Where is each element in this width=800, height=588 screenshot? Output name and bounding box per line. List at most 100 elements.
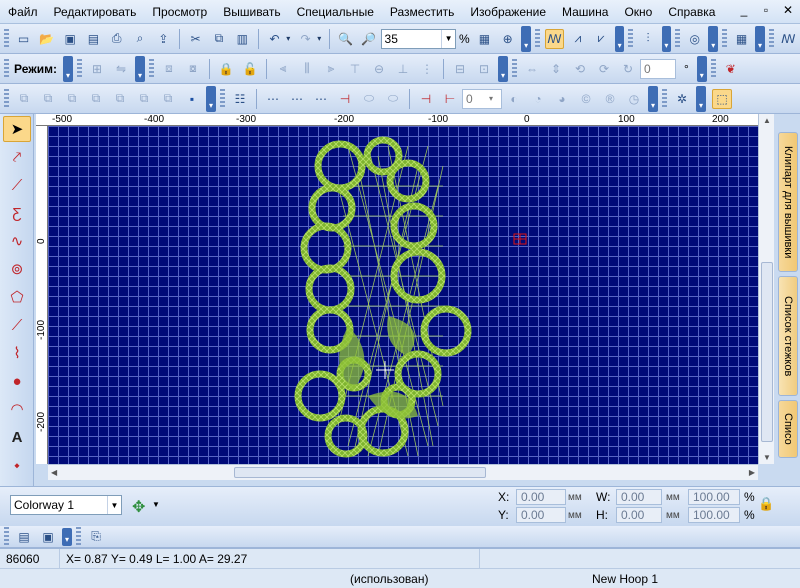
toolbar-options-icon[interactable]: ▾ (62, 527, 72, 546)
view-design-icon[interactable]: ▦ (475, 29, 494, 49)
magic-wand-icon[interactable]: ∿ (3, 228, 31, 254)
end-point-icon[interactable]: ⊢ (440, 89, 460, 109)
design-properties-icon[interactable]: ▤ (14, 527, 34, 547)
select-arrow-icon[interactable]: ➤ (3, 116, 31, 142)
menu-help[interactable]: Справка (660, 5, 723, 19)
mirror-icon[interactable]: ⇋ (111, 59, 131, 79)
align-left-icon[interactable]: ⫷ (273, 59, 293, 79)
width-percent-field[interactable]: 100.00 (688, 489, 740, 505)
make-same-size-icon[interactable]: ⊡ (474, 59, 494, 79)
show-grid-icon[interactable]: ▦ (732, 29, 751, 49)
undo-dropdown-icon[interactable]: ▾ (286, 31, 294, 47)
open-shape-icon[interactable]: ⬭ (383, 89, 403, 109)
horizontal-scrollbar[interactable]: ◀ ▶ (48, 464, 758, 480)
zoom-select[interactable]: 35 ▼ (380, 28, 457, 49)
send-to-machine-icon[interactable]: ⇪ (154, 29, 173, 49)
colorway-select[interactable]: Colorway 1 ▼ (10, 495, 122, 515)
clock-icon[interactable]: ◷ (624, 89, 644, 109)
combine-icon[interactable]: ⧉ (14, 89, 34, 109)
toolbar-grip[interactable] (220, 88, 225, 109)
lace-embroidery-design[interactable] (48, 126, 758, 464)
toolbar-grip[interactable] (662, 88, 667, 109)
chevron-down-icon[interactable]: ▾ (489, 94, 501, 103)
toolbar-options-icon[interactable]: ▾ (521, 25, 531, 52)
toolbar-grip[interactable] (4, 88, 9, 109)
restore-button[interactable]: ▫ (758, 3, 774, 17)
stitch-grid-3-icon[interactable]: ⋯ (311, 89, 331, 109)
height-percent-field[interactable]: 100.00 (688, 507, 740, 523)
start-point-icon[interactable]: ⊣ (416, 89, 436, 109)
width-field[interactable]: 0.00 (616, 489, 662, 505)
toolbar-options-icon[interactable]: ▾ (497, 55, 508, 82)
intersect-icon[interactable]: ⧉ (38, 89, 58, 109)
toolbar-options-icon[interactable]: ▾ (614, 25, 625, 52)
color-object-icon[interactable]: ▪ (182, 89, 202, 109)
measure-icon[interactable]: ◐ (504, 89, 524, 109)
tab-list-truncated[interactable]: Списо (778, 400, 798, 458)
align-top-icon[interactable]: ⊤ (345, 59, 365, 79)
reference-point-marker[interactable] (513, 233, 527, 245)
menu-view[interactable]: Просмотр (144, 5, 215, 19)
palette-dropdown-icon[interactable]: ▼ (152, 500, 160, 509)
print-icon[interactable]: ⎙ (107, 29, 126, 49)
x-field[interactable]: 0.00 (516, 489, 566, 505)
chevron-down-icon[interactable]: ▼ (107, 496, 121, 514)
scroll-right-icon[interactable]: ▶ (749, 468, 755, 477)
zoom-settings-icon[interactable]: ⊕ (498, 29, 517, 49)
closed-shape-icon[interactable]: ⬭ (359, 89, 379, 109)
menu-image[interactable]: Изображение (462, 5, 554, 19)
tab-embroidery-clipart[interactable]: Клипарт для вышивки (778, 132, 798, 272)
print-design-icon[interactable]: ⎘ (86, 527, 106, 547)
branching-icon[interactable]: ☷ (230, 89, 250, 109)
lock-object-icon[interactable]: 🔒 (216, 59, 236, 79)
toolbar-grip[interactable] (76, 58, 82, 79)
menu-arrange[interactable]: Разместить (382, 5, 463, 19)
y-field[interactable]: 0.00 (516, 507, 566, 523)
scroll-down-icon[interactable]: ▼ (763, 453, 771, 462)
show-hoop-icon[interactable]: ◎ (685, 29, 704, 49)
polyline-icon[interactable]: ⌇ (3, 340, 31, 366)
shape-icon[interactable]: ⬠ (3, 284, 31, 310)
show-needle-points-icon[interactable]: ⩗ (592, 29, 611, 49)
toolbar-grip[interactable] (4, 526, 9, 547)
toolbar-options-icon[interactable]: ▾ (661, 25, 672, 52)
menu-machine[interactable]: Машина (554, 5, 616, 19)
exclude-icon[interactable]: ⧉ (86, 89, 106, 109)
menu-special[interactable]: Специальные (289, 5, 382, 19)
toolbar-grip[interactable] (4, 28, 9, 49)
unlock-object-icon[interactable]: 🔓 (240, 59, 260, 79)
rotate-angle-field[interactable]: 0 (639, 58, 676, 79)
vertical-scrollbar[interactable]: ▲ ▼ (758, 114, 774, 464)
toolbar-options-icon[interactable]: ▾ (134, 55, 145, 82)
run-line-icon[interactable]: ⟋ (3, 312, 31, 338)
zoom-icon[interactable]: 🔍 (336, 29, 355, 49)
auto-digitize-icon[interactable]: Ƹ (3, 200, 31, 226)
space-evenly-icon[interactable]: ⊟ (450, 59, 470, 79)
trademark-icon[interactable]: ® (600, 89, 620, 109)
toolbar-grip[interactable] (768, 28, 774, 49)
toolbar-grip[interactable] (722, 28, 727, 49)
toolbar-options-icon[interactable]: ▾ (755, 25, 765, 52)
new-file-icon[interactable]: ▭ (14, 29, 33, 49)
menu-window[interactable]: Окно (616, 5, 660, 19)
minimize-button[interactable]: _ (736, 3, 752, 17)
satin-arc-icon[interactable]: ◠ (3, 396, 31, 422)
copyright-icon[interactable]: © (576, 89, 596, 109)
close-button[interactable]: ✕ (780, 3, 796, 17)
proportional-lock-icon[interactable]: 🔒 (758, 496, 776, 520)
align-bottom-icon[interactable]: ⊥ (393, 59, 413, 79)
zoom-window-icon[interactable]: 🔎 (359, 29, 378, 49)
show-stitches-icon[interactable]: ꟿ (544, 28, 565, 49)
break-stitch-icon[interactable]: ⊣ (335, 89, 355, 109)
align-center-icon[interactable]: ⫼ (297, 59, 317, 79)
reshape-node-icon[interactable]: ⤤ (3, 144, 31, 170)
open-folder-icon[interactable]: 📂 (37, 29, 56, 49)
outline-icon[interactable]: ⧉ (158, 89, 178, 109)
vertical-scroll-thumb[interactable] (761, 262, 773, 442)
rotate-right-icon[interactable]: ⟳ (594, 59, 614, 79)
extra-tool-icon[interactable]: ⬩ (3, 452, 31, 478)
subtract-icon[interactable]: ⧉ (62, 89, 82, 109)
flip-vertical-icon[interactable]: ⇕ (546, 59, 566, 79)
toolbar-grip[interactable] (148, 58, 154, 79)
reshape-icon[interactable]: ⊞ (87, 59, 107, 79)
